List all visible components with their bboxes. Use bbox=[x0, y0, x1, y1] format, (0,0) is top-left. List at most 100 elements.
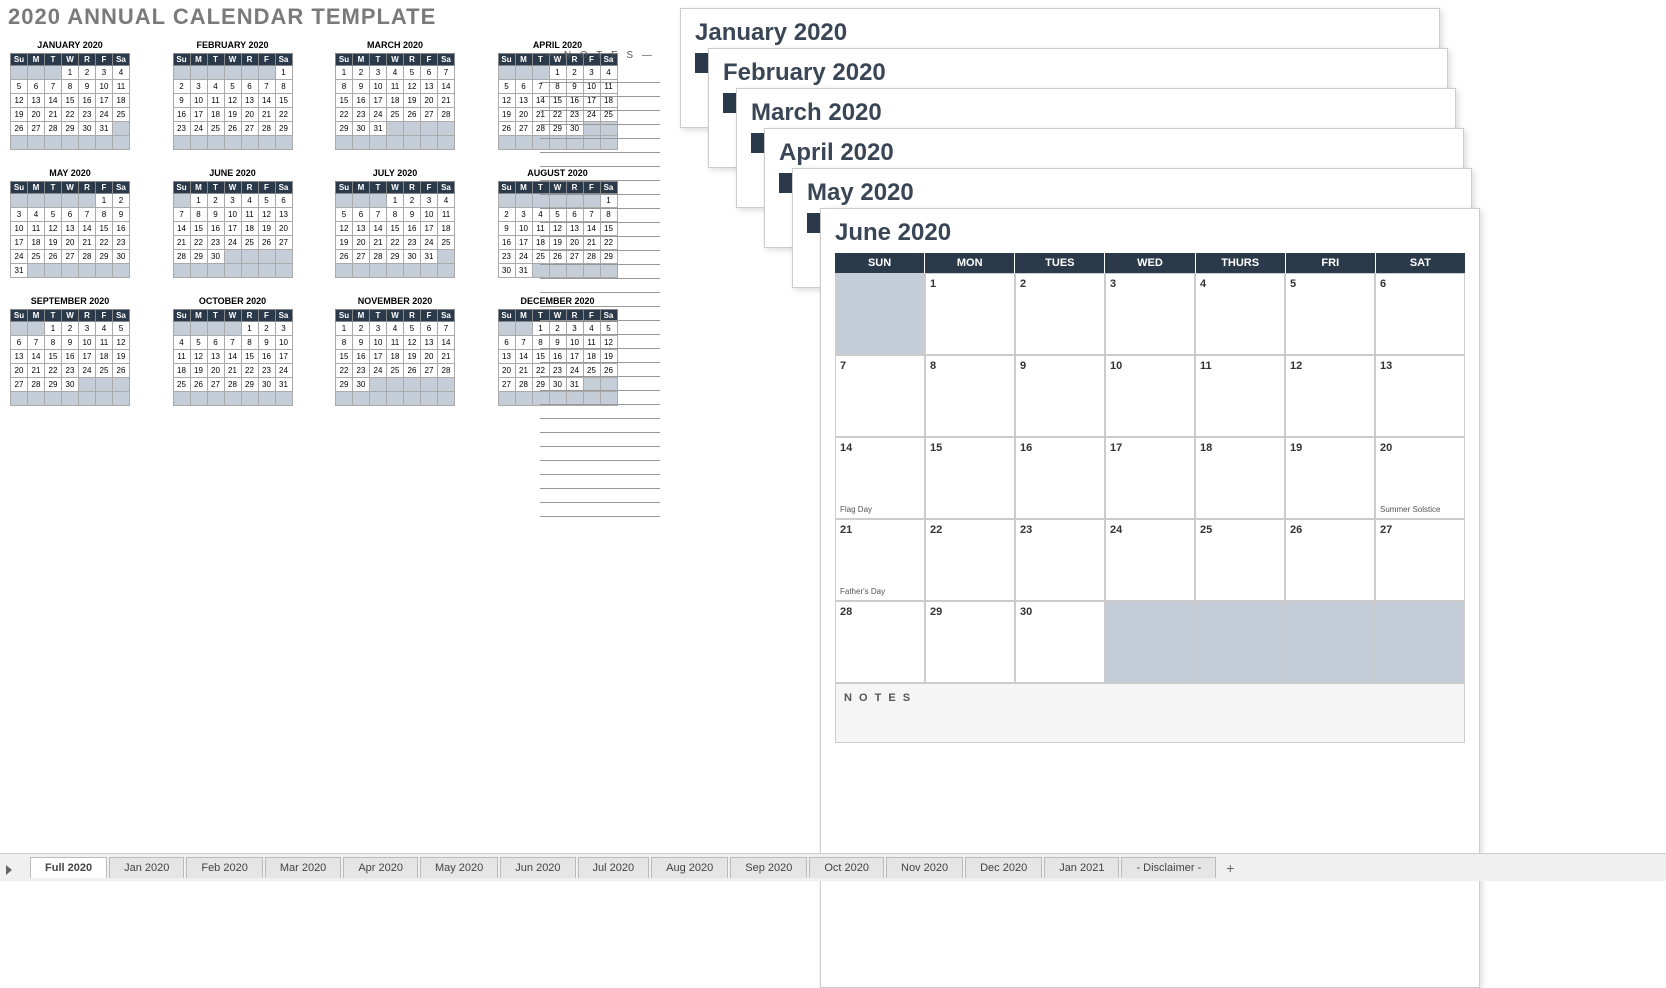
sheet-tab[interactable]: Mar 2020 bbox=[265, 857, 341, 878]
day-header: Sa bbox=[438, 54, 455, 66]
mini-day-cell: 27 bbox=[515, 122, 532, 136]
mini-day-cell: 6 bbox=[207, 336, 224, 350]
mini-day-cell: 18 bbox=[96, 350, 113, 364]
sheet-tab[interactable]: Oct 2020 bbox=[809, 857, 884, 878]
mini-day-cell bbox=[173, 392, 190, 406]
day-cell: 15 bbox=[925, 437, 1015, 519]
mini-day-cell: 9 bbox=[173, 94, 190, 108]
mini-day-cell: 14 bbox=[438, 336, 455, 350]
day-header: T bbox=[207, 182, 224, 194]
mini-day-cell bbox=[224, 250, 241, 264]
mini-day-cell: 13 bbox=[421, 80, 438, 94]
sheet-title: March 2020 bbox=[751, 99, 1441, 127]
add-sheet-button[interactable]: + bbox=[1218, 858, 1242, 878]
day-header: R bbox=[404, 310, 421, 322]
day-cell: 29 bbox=[925, 601, 1015, 683]
mini-day-cell: 27 bbox=[241, 122, 258, 136]
mini-day-cell: 26 bbox=[190, 378, 207, 392]
note-line bbox=[540, 265, 660, 279]
mini-day-cell: 20 bbox=[11, 364, 28, 378]
mini-day-cell: 17 bbox=[421, 222, 438, 236]
mini-day-cell: 15 bbox=[336, 350, 353, 364]
note-line bbox=[540, 153, 660, 167]
sheet-tab[interactable]: Sep 2020 bbox=[730, 857, 807, 878]
mini-day-cell bbox=[515, 392, 532, 406]
mini-day-cell: 20 bbox=[241, 108, 258, 122]
mini-day-cell: 7 bbox=[79, 208, 96, 222]
day-header: R bbox=[241, 54, 258, 66]
mini-day-cell: 30 bbox=[498, 264, 515, 278]
mini-day-cell: 15 bbox=[190, 222, 207, 236]
mini-day-cell: 29 bbox=[336, 122, 353, 136]
mini-day-cell: 5 bbox=[336, 208, 353, 222]
sheet-tab[interactable]: Apr 2020 bbox=[343, 857, 418, 878]
mini-day-cell: 7 bbox=[28, 336, 45, 350]
sheet-tab[interactable]: May 2020 bbox=[420, 857, 498, 878]
mini-calendar: JULY 2020SuMTWRFSa1234567891011121314151… bbox=[335, 168, 455, 278]
mini-day-cell bbox=[515, 194, 532, 208]
mini-day-cell: 12 bbox=[45, 222, 62, 236]
mini-day-cell: 10 bbox=[11, 222, 28, 236]
mini-day-cell bbox=[28, 264, 45, 278]
mini-day-cell: 8 bbox=[190, 208, 207, 222]
mini-day-cell: 26 bbox=[258, 236, 275, 250]
sheet-tab[interactable]: - Disclaimer - bbox=[1121, 857, 1216, 878]
day-header: W bbox=[224, 310, 241, 322]
day-cell: 25 bbox=[1195, 519, 1285, 601]
day-header: Su bbox=[336, 310, 353, 322]
mini-day-cell bbox=[387, 264, 404, 278]
sheet-tab[interactable]: Jan 2021 bbox=[1044, 857, 1119, 878]
mini-day-cell: 28 bbox=[515, 378, 532, 392]
mini-calendar: MARCH 2020SuMTWRFSa123456789101112131415… bbox=[335, 40, 455, 150]
mini-day-cell bbox=[96, 264, 113, 278]
mini-day-cell bbox=[438, 122, 455, 136]
note-line bbox=[540, 489, 660, 503]
day-cell: 14Flag Day bbox=[835, 437, 925, 519]
mini-day-cell: 30 bbox=[404, 250, 421, 264]
mini-day-cell bbox=[96, 378, 113, 392]
mini-day-cell: 21 bbox=[370, 236, 387, 250]
mini-day-cell: 14 bbox=[258, 94, 275, 108]
mini-day-cell: 18 bbox=[387, 94, 404, 108]
mini-day-cell: 5 bbox=[404, 66, 421, 80]
mini-day-cell bbox=[438, 136, 455, 150]
mini-day-cell: 16 bbox=[207, 222, 224, 236]
note-line bbox=[540, 307, 660, 321]
note-line bbox=[540, 279, 660, 293]
mini-day-cell bbox=[79, 378, 96, 392]
mini-day-cell: 15 bbox=[45, 350, 62, 364]
sheet-tab[interactable]: Nov 2020 bbox=[886, 857, 963, 878]
mini-day-cell: 12 bbox=[258, 208, 275, 222]
mini-day-cell bbox=[62, 194, 79, 208]
sheet-tab[interactable]: Full 2020 bbox=[30, 857, 107, 878]
mini-day-cell bbox=[498, 194, 515, 208]
sheet-title: January 2020 bbox=[695, 19, 1425, 47]
mini-day-cell bbox=[387, 378, 404, 392]
mini-day-cell: 25 bbox=[28, 250, 45, 264]
sheet-tab[interactable]: Aug 2020 bbox=[651, 857, 728, 878]
sheet-tab[interactable]: Dec 2020 bbox=[965, 857, 1042, 878]
mini-day-cell: 22 bbox=[275, 108, 292, 122]
mini-day-cell: 23 bbox=[404, 236, 421, 250]
sheet-tab[interactable]: Jul 2020 bbox=[578, 857, 650, 878]
mini-day-cell: 6 bbox=[241, 80, 258, 94]
mini-day-cell bbox=[113, 264, 130, 278]
mini-day-cell: 1 bbox=[96, 194, 113, 208]
mini-day-cell bbox=[275, 264, 292, 278]
mini-day-cell: 19 bbox=[258, 222, 275, 236]
mini-day-cell: 14 bbox=[515, 350, 532, 364]
sheet-tab[interactable]: Jun 2020 bbox=[500, 857, 575, 878]
mini-day-cell: 20 bbox=[207, 364, 224, 378]
sheet-tab[interactable]: Jan 2020 bbox=[109, 857, 184, 878]
tab-scroll-icon[interactable] bbox=[6, 865, 12, 875]
mini-day-cell: 24 bbox=[79, 364, 96, 378]
mini-day-cell: 29 bbox=[336, 378, 353, 392]
note-line bbox=[540, 349, 660, 363]
note-line bbox=[540, 83, 660, 97]
mini-day-cell: 25 bbox=[113, 108, 130, 122]
mini-day-cell: 6 bbox=[421, 322, 438, 336]
sheet-tab[interactable]: Feb 2020 bbox=[186, 857, 262, 878]
day-header: Sa bbox=[438, 310, 455, 322]
mini-day-cell: 22 bbox=[62, 108, 79, 122]
mini-day-cell bbox=[258, 250, 275, 264]
